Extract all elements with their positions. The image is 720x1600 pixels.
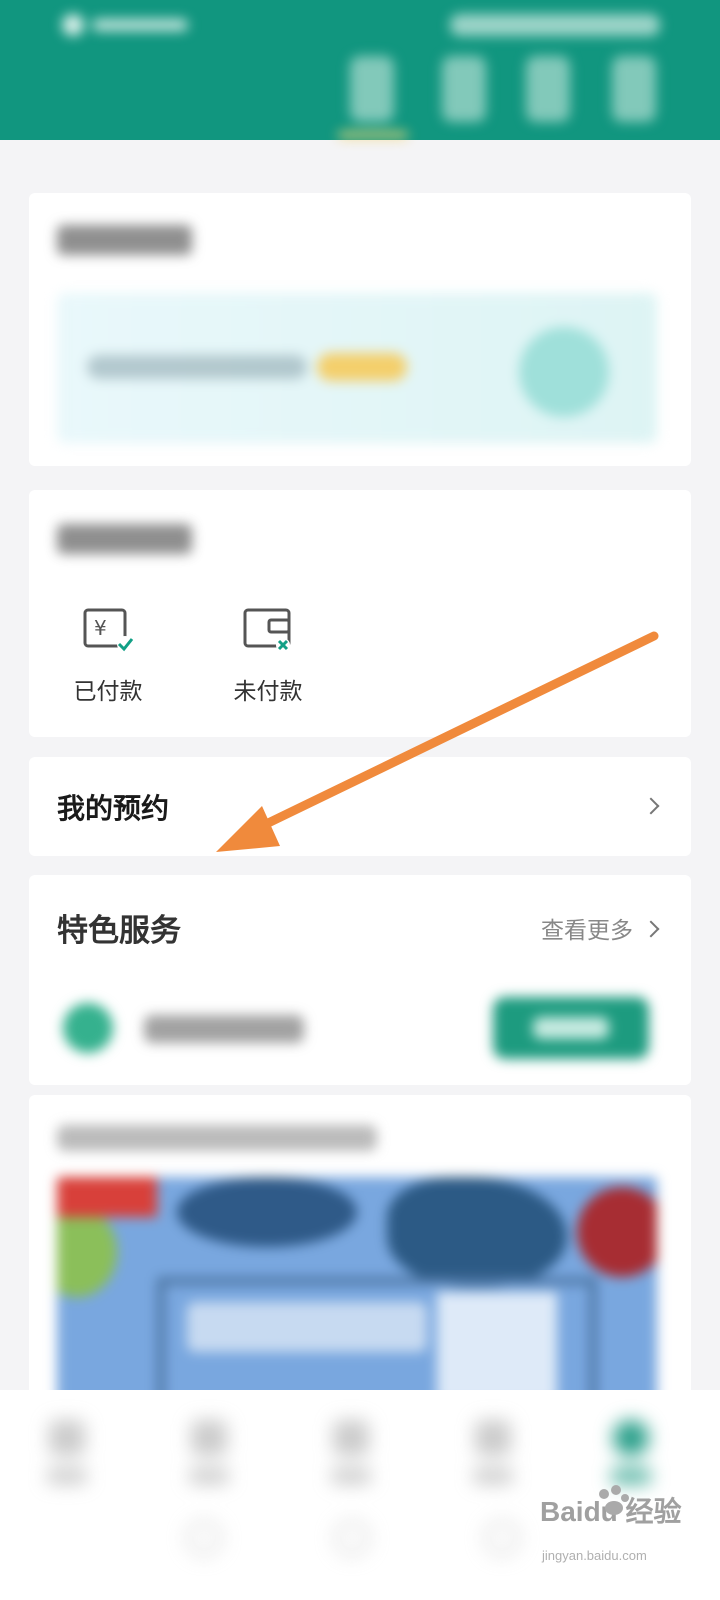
- service-name: [144, 1015, 304, 1043]
- header-active-indicator: [338, 132, 408, 138]
- home-icon[interactable]: [334, 1520, 370, 1556]
- special-services-title: 特色服务: [57, 913, 181, 949]
- nav-item[interactable]: [316, 1420, 386, 1520]
- svg-text:¥: ¥: [94, 616, 107, 640]
- chevron-right-icon: [642, 797, 660, 815]
- special-services-card: 特色服务 查看更多: [29, 875, 691, 1085]
- baidu-watermark: Baidu 经验 jingyan.baidu.com: [540, 1485, 690, 1590]
- status-bar: [450, 14, 660, 36]
- my-appointments-title: 我的预约: [57, 792, 170, 825]
- header-action-icon[interactable]: [526, 56, 570, 122]
- order-paid-label: 已付款: [73, 679, 143, 705]
- header-action-icon[interactable]: [350, 56, 394, 122]
- order-unpaid[interactable]: 未付款: [213, 608, 323, 718]
- service-action-button[interactable]: [493, 997, 649, 1059]
- wallet-x-icon: [243, 608, 293, 652]
- promo-title: [57, 1125, 377, 1151]
- order-paid[interactable]: ¥ 已付款: [53, 608, 163, 718]
- equity-card: [29, 193, 691, 466]
- nav-item[interactable]: [174, 1420, 244, 1520]
- view-more-link[interactable]: 查看更多: [541, 911, 633, 945]
- promo-banner-image[interactable]: [57, 1177, 657, 1405]
- orders-card: ¥ 已付款 未付款: [29, 490, 691, 737]
- header-actions: [350, 56, 680, 126]
- nav-item[interactable]: [32, 1420, 102, 1520]
- promo-card: [29, 1095, 691, 1405]
- chevron-right-icon[interactable]: [642, 920, 660, 938]
- shield-icon: [519, 327, 609, 417]
- watermark-url: jingyan.baidu.com: [542, 1548, 647, 1563]
- paw-icon: [599, 1485, 629, 1515]
- equity-title: [57, 225, 192, 255]
- back-icon[interactable]: [186, 1520, 222, 1556]
- service-icon: [63, 1003, 113, 1053]
- equity-banner[interactable]: [57, 293, 657, 443]
- logo-area: [62, 10, 192, 40]
- nav-item[interactable]: [458, 1420, 528, 1520]
- order-unpaid-label: 未付款: [233, 679, 303, 705]
- header-action-icon[interactable]: [442, 56, 486, 122]
- orders-title: [57, 524, 192, 554]
- yuan-receipt-check-icon: ¥: [83, 608, 134, 652]
- my-appointments-row[interactable]: 我的预约: [29, 757, 691, 856]
- app-header: [0, 0, 720, 140]
- header-action-icon[interactable]: [612, 56, 656, 122]
- recents-icon[interactable]: [484, 1520, 520, 1556]
